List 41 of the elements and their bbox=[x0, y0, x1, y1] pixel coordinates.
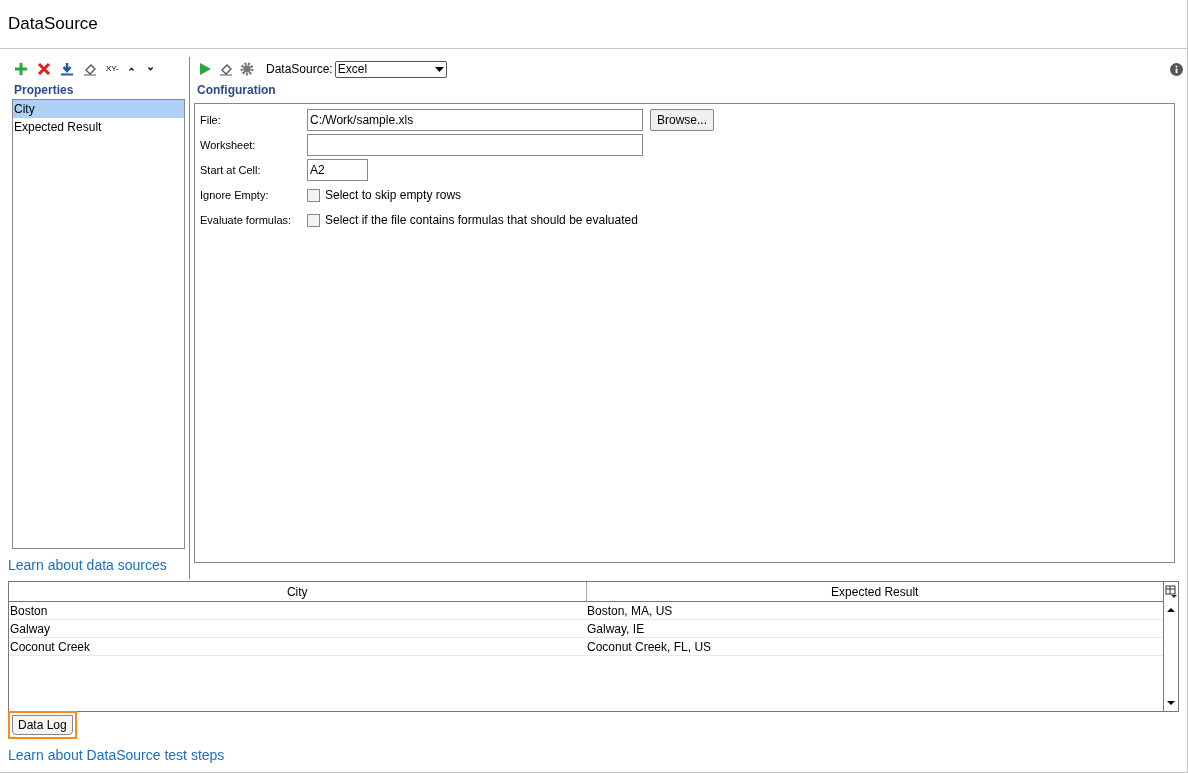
field-label: File: bbox=[200, 112, 222, 128]
field-label: Start at Cell: bbox=[200, 162, 262, 178]
eraser-icon[interactable] bbox=[219, 62, 233, 76]
datasource-dropdown[interactable]: Excel bbox=[334, 60, 447, 78]
test-steps-link[interactable]: Learn about DataSource test steps bbox=[8, 745, 1187, 766]
checkbox[interactable] bbox=[307, 188, 320, 202]
data-sources-link[interactable]: Learn about data sources bbox=[8, 555, 185, 576]
property-item[interactable]: City bbox=[13, 100, 184, 118]
table-cell-text: Galway bbox=[9, 621, 51, 637]
table-cell-text: Galway, IE bbox=[586, 621, 646, 637]
field-label: Ignore Empty: bbox=[200, 187, 270, 203]
text-field[interactable]: C:/Work/sample.xls bbox=[307, 109, 643, 131]
caret-icon bbox=[434, 66, 444, 72]
field-label: Worksheet: bbox=[200, 137, 257, 153]
settings-icon[interactable] bbox=[240, 62, 254, 76]
checkbox-label: Select if the file contains formulas that should be evaluated bbox=[325, 212, 638, 229]
column-header[interactable]: City bbox=[9, 582, 587, 601]
eraser-icon[interactable] bbox=[83, 62, 97, 76]
data-log-tab[interactable]: Data Log bbox=[12, 715, 73, 735]
properties-heading: Properties bbox=[13, 82, 75, 99]
info-icon[interactable] bbox=[1170, 62, 1183, 76]
window-title: DataSource bbox=[8, 13, 98, 36]
table-cell-text: Coconut Creek bbox=[9, 639, 92, 655]
table-cell-text: Coconut Creek, FL, US bbox=[586, 639, 713, 655]
field-label: Evaluate formulas: bbox=[200, 212, 293, 228]
rename-button[interactable]: XY- bbox=[106, 63, 119, 75]
table-cell-text: Boston bbox=[9, 603, 49, 619]
text-field[interactable] bbox=[307, 134, 643, 156]
configuration-heading: Configuration bbox=[196, 82, 277, 99]
checkbox-label: Select to skip empty rows bbox=[325, 187, 462, 204]
table-cell-text: Boston, MA, US bbox=[586, 603, 674, 619]
checkbox[interactable] bbox=[307, 213, 320, 227]
download-icon[interactable] bbox=[60, 62, 74, 76]
column-header[interactable]: Expected Result bbox=[586, 582, 1163, 601]
datasource-label: DataSource: bbox=[266, 61, 333, 78]
delete-icon[interactable] bbox=[37, 62, 51, 76]
property-item[interactable]: Expected Result bbox=[13, 118, 184, 136]
run-icon[interactable] bbox=[198, 62, 212, 76]
add-icon[interactable] bbox=[14, 62, 28, 76]
browse-button[interactable]: Browse... bbox=[650, 109, 714, 131]
text-field[interactable]: A2 bbox=[307, 159, 368, 181]
